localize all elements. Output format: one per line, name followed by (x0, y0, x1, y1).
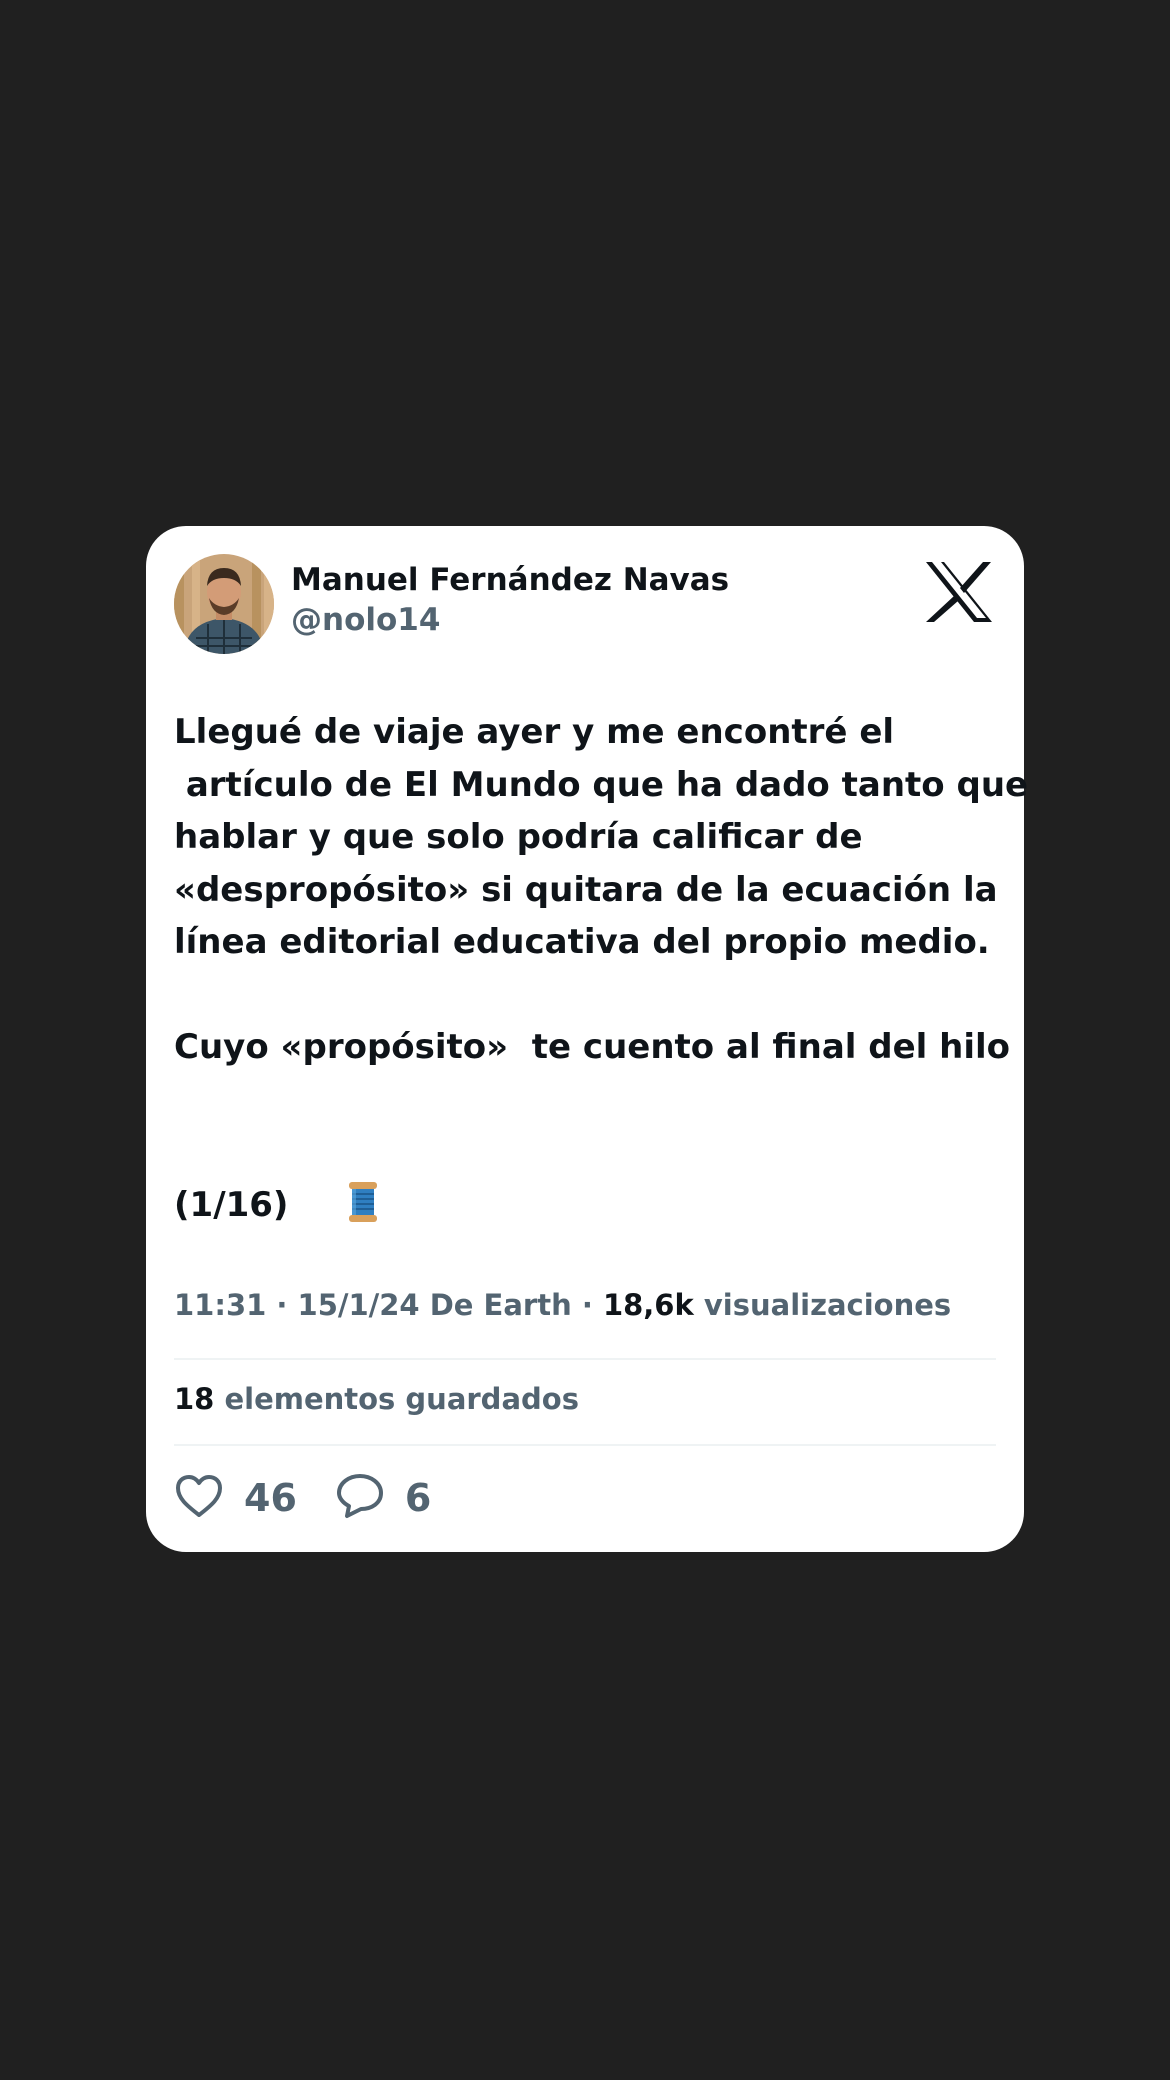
avatar[interactable] (174, 554, 274, 654)
divider (174, 1358, 996, 1360)
saved-count: 18 (174, 1382, 215, 1416)
tweet-line: «despropósito» si quitara de la ecuación… (174, 869, 998, 910)
tweet-line: Llegué de viaje ayer y me encontré el (174, 712, 895, 752)
replies-count: 6 (404, 1476, 432, 1520)
tweet-text: Llegué de viaje ayer y me encontré el ar… (174, 706, 1029, 1231)
tweet-line: línea editorial educativa del propio med… (174, 922, 990, 962)
x-logo-icon (924, 560, 994, 624)
views-label: visualizaciones (693, 1288, 952, 1322)
tweet-meta: 11:31 · 15/1/24 De Earth · 18,6k visuali… (174, 1288, 951, 1322)
speech-bubble-icon (335, 1472, 385, 1524)
divider (174, 1444, 996, 1446)
author-name[interactable]: Manuel Fernández Navas (291, 562, 729, 598)
reply-button[interactable]: 6 (335, 1472, 431, 1524)
tweet-line: hablar y que solo podría calificar de (174, 817, 863, 857)
tweet-line: Cuyo «propósito» te cuento al final del … (174, 1027, 1011, 1067)
action-bar: 46 6 (174, 1472, 469, 1524)
views-count: 18,6k (602, 1288, 694, 1322)
like-button[interactable]: 46 (174, 1473, 297, 1523)
tweet-line: artículo de El Mundo que ha dado tanto q… (174, 764, 1029, 805)
likes-count: 46 (244, 1476, 297, 1520)
author-handle[interactable]: @nolo14 (291, 602, 440, 638)
tweet-card: Manuel Fernández Navas @nolo14 Llegué de… (146, 526, 1029, 1552)
timestamp-source[interactable]: 11:31 · 15/1/24 De Earth · (174, 1288, 603, 1322)
avatar-photo (174, 554, 274, 654)
bookmarks-stat[interactable]: 18 elementos guardados (174, 1382, 579, 1416)
heart-icon (174, 1473, 224, 1523)
tweet-line-emoji (174, 1074, 1004, 1222)
saved-label: elementos guardados (214, 1382, 579, 1416)
